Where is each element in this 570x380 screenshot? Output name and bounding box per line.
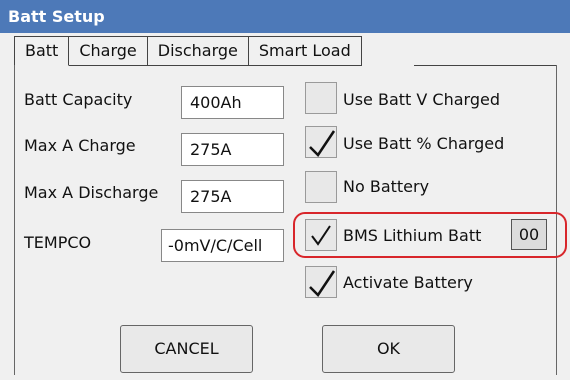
panel-border-left [14, 65, 15, 375]
activate-battery-label: Activate Battery [343, 273, 473, 292]
tab-discharge[interactable]: Discharge [147, 36, 249, 66]
bms-id-field[interactable]: 00 [511, 219, 547, 250]
max-a-discharge-label: Max A Discharge [24, 183, 159, 202]
cancel-button[interactable]: CANCEL [120, 325, 253, 373]
max-a-charge-label: Max A Charge [24, 136, 136, 155]
ok-button[interactable]: OK [322, 325, 455, 373]
use-batt-pct-charged-label: Use Batt % Charged [343, 134, 505, 153]
tab-batt[interactable]: Batt [14, 36, 70, 66]
tab-bar: Batt Charge Discharge Smart Load [14, 36, 362, 66]
tab-divider [414, 65, 556, 66]
checkmark-icon [309, 130, 336, 157]
no-battery-checkbox[interactable] [305, 171, 337, 203]
bms-lithium-batt-label: BMS Lithium Batt [343, 226, 482, 245]
max-a-charge-field[interactable]: 275A [181, 133, 284, 166]
window-title: Batt Setup [0, 0, 570, 33]
use-batt-v-charged-label: Use Batt V Charged [343, 90, 500, 109]
batt-capacity-label: Batt Capacity [24, 90, 133, 109]
use-batt-v-charged-checkbox[interactable] [305, 82, 337, 114]
tempco-label: TEMPCO [24, 233, 92, 252]
tab-smart-load[interactable]: Smart Load [248, 36, 362, 66]
activate-battery-checkbox[interactable] [305, 266, 337, 298]
no-battery-label: No Battery [343, 177, 430, 196]
use-batt-pct-charged-checkbox[interactable] [305, 126, 337, 158]
max-a-discharge-field[interactable]: 275A [181, 180, 284, 213]
bms-lithium-batt-checkbox[interactable] [305, 219, 337, 251]
checkmark-icon [309, 270, 336, 297]
batt-capacity-field[interactable]: 400Ah [181, 86, 284, 119]
checkmark-icon [311, 225, 331, 246]
tab-charge[interactable]: Charge [69, 36, 148, 66]
tempco-field[interactable]: -0mV/C/Cell [161, 229, 284, 262]
